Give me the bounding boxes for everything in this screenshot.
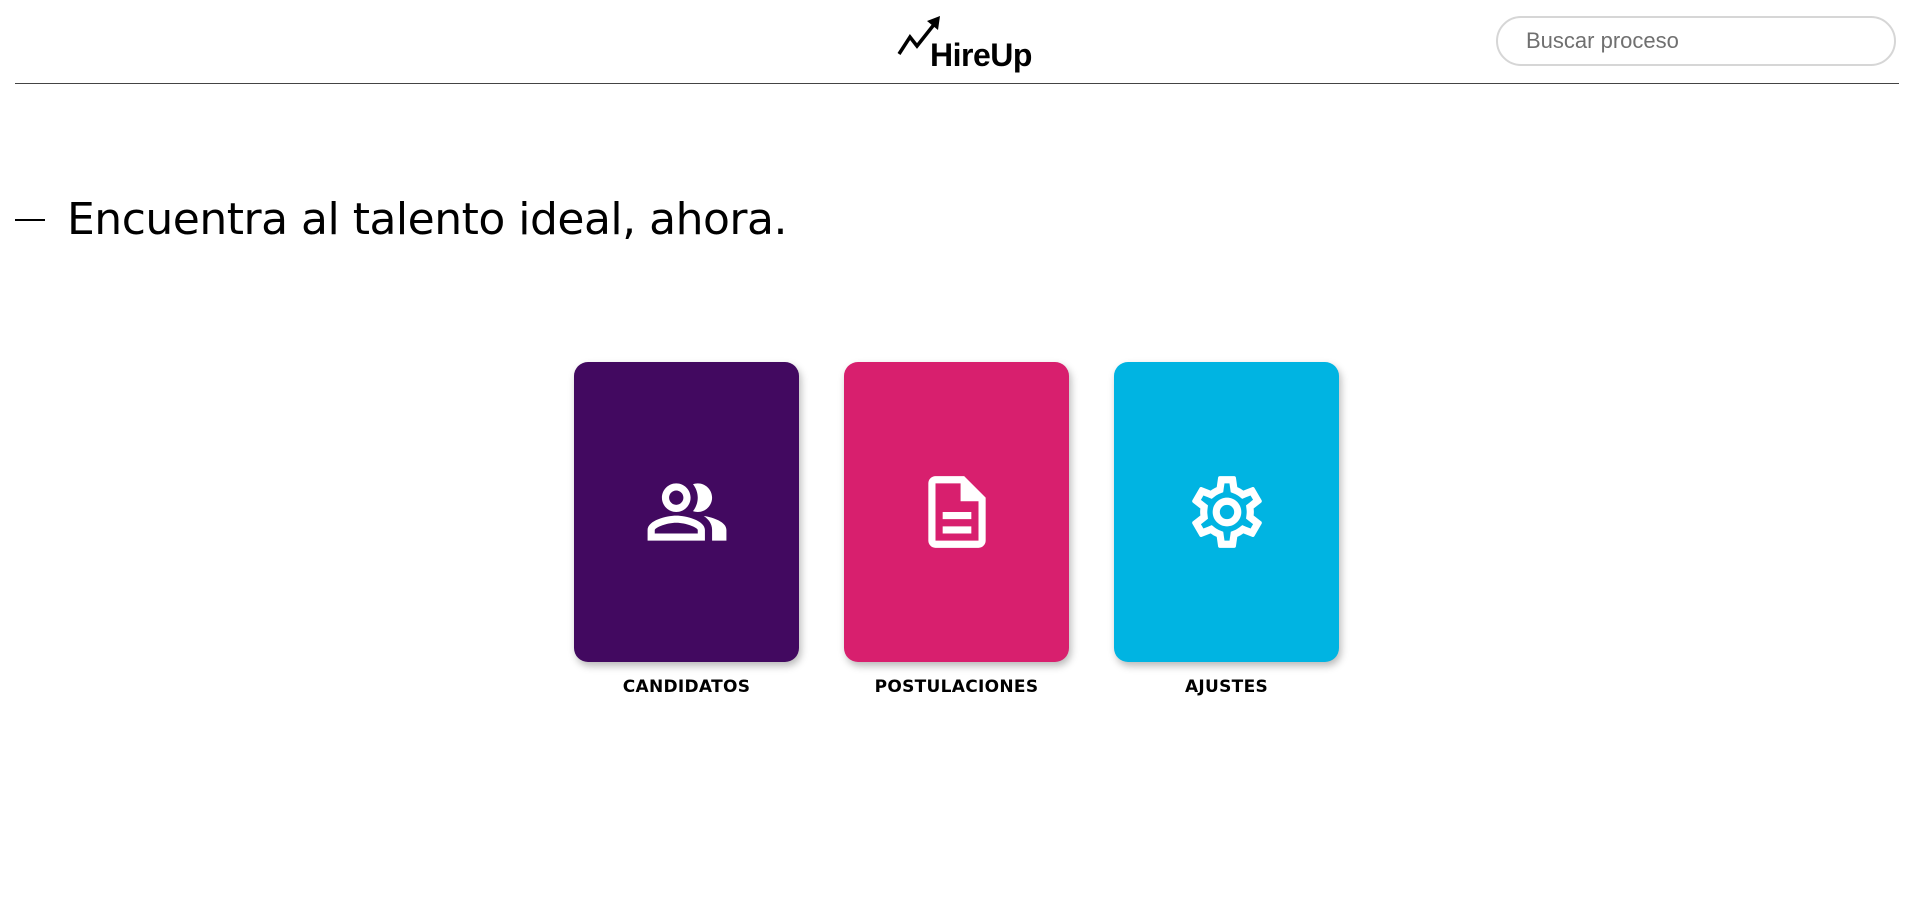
hero-dash (15, 219, 45, 221)
card-tile[interactable] (1114, 362, 1339, 662)
card-ajustes[interactable]: AJUSTES (1114, 362, 1339, 697)
card-label: CANDIDATOS (622, 677, 751, 697)
logo-text: HireUp (930, 37, 1032, 73)
card-tile[interactable] (844, 362, 1069, 662)
hero: Encuentra al talento ideal, ahora. (15, 190, 787, 250)
card-grid: CANDIDATOS POSTULACIONES AJUSTES (574, 362, 1339, 697)
document-icon (927, 476, 986, 548)
header: HireUp (0, 0, 1913, 84)
card-label: AJUSTES (1184, 677, 1269, 697)
people-icon (647, 483, 726, 541)
logo[interactable]: HireUp (896, 14, 1032, 74)
card-label: POSTULACIONES (874, 677, 1039, 697)
card-candidatos[interactable]: CANDIDATOS (574, 362, 799, 697)
gear-icon (1191, 476, 1262, 548)
search-input[interactable] (1496, 16, 1896, 66)
card-tile[interactable] (574, 362, 799, 662)
header-divider (15, 83, 1899, 84)
page-title: Encuentra al talento ideal, ahora. (67, 194, 787, 245)
card-postulaciones[interactable]: POSTULACIONES (844, 362, 1069, 697)
